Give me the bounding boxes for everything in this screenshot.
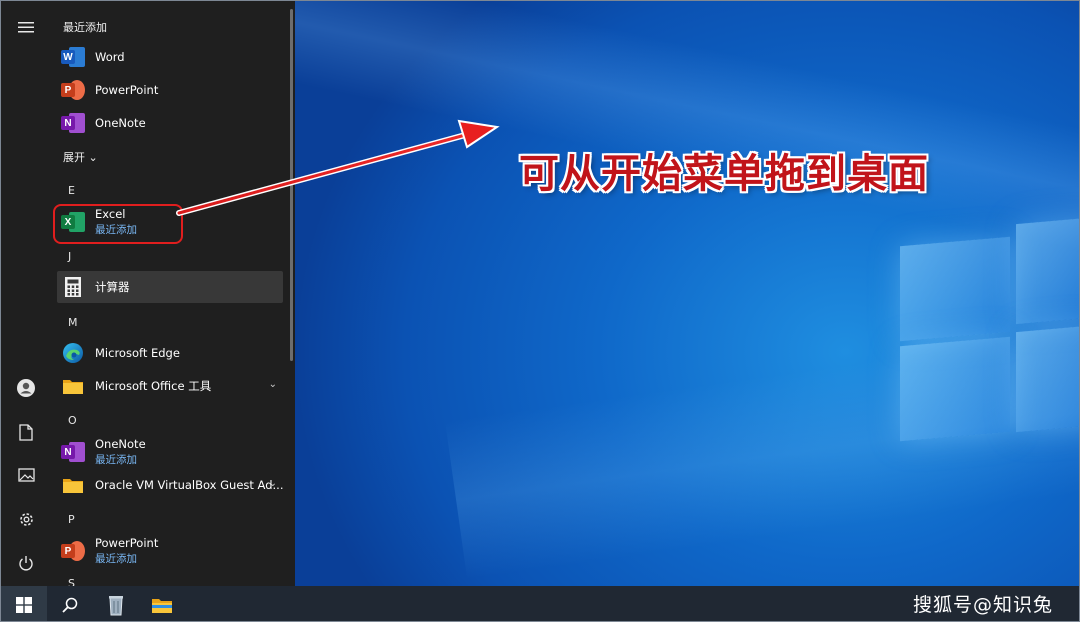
- power-button[interactable]: [1, 542, 51, 584]
- expand-button[interactable]: 展开 ⌄: [63, 149, 98, 165]
- document-icon: [19, 423, 33, 441]
- app-name: 计算器: [95, 280, 130, 294]
- chevron-down-icon[interactable]: ⌄: [269, 379, 277, 390]
- file-explorer-icon: [152, 598, 172, 613]
- letter-header-m[interactable]: M: [68, 316, 78, 329]
- letter-header-s[interactable]: S: [68, 577, 75, 586]
- letter-header-j[interactable]: J: [68, 250, 71, 263]
- chevron-down-icon[interactable]: ⌄: [269, 478, 277, 489]
- app-calculator[interactable]: 计算器: [57, 271, 283, 303]
- start-button[interactable]: [1, 586, 47, 621]
- search-icon: [62, 597, 78, 613]
- app-list: 最近添加 W Word P PowerPoint N OneNote 展开 ⌄ …: [51, 1, 293, 586]
- app-name: PowerPoint: [95, 536, 159, 550]
- app-powerpoint[interactable]: P PowerPoint 最近添加: [57, 534, 283, 568]
- app-virtualbox-folder[interactable]: Oracle VM VirtualBox Guest Ad... ⌄: [57, 469, 284, 501]
- search-button[interactable]: [47, 586, 93, 621]
- app-edge[interactable]: Microsoft Edge: [57, 337, 283, 369]
- screenshot-frame: 可从开始菜单拖到桌面 最近添加 W Word P PowerPoint N On…: [0, 0, 1080, 622]
- user-icon: [17, 379, 35, 397]
- power-icon: [19, 556, 33, 571]
- app-subtitle: 最近添加: [95, 553, 137, 565]
- app-word[interactable]: W Word: [57, 41, 283, 73]
- start-menu-rail: [1, 1, 51, 586]
- chevron-down-icon: ⌄: [88, 151, 98, 164]
- app-name: OneNote: [95, 116, 146, 130]
- app-office-tools-folder[interactable]: Microsoft Office 工具 ⌄: [57, 370, 283, 402]
- app-onenote[interactable]: N OneNote 最近添加: [57, 435, 283, 469]
- documents-button[interactable]: [1, 411, 51, 453]
- annotation-headline: 可从开始菜单拖到桌面: [519, 151, 929, 197]
- user-button[interactable]: [1, 367, 51, 409]
- start-menu: 最近添加 W Word P PowerPoint N OneNote 展开 ⌄ …: [1, 1, 295, 586]
- folder-icon: [63, 380, 83, 394]
- powerpoint-icon: P: [61, 78, 85, 102]
- app-powerpoint-recent[interactable]: P PowerPoint: [57, 74, 283, 106]
- word-icon: W: [61, 45, 85, 69]
- onenote-icon: N: [61, 111, 85, 135]
- app-subtitle: 最近添加: [95, 454, 137, 466]
- file-explorer-button[interactable]: [139, 586, 185, 621]
- app-name: Oracle VM VirtualBox Guest Ad...: [95, 478, 284, 492]
- app-name: PowerPoint: [95, 83, 159, 97]
- wallpaper-windows-logo: [900, 208, 1079, 445]
- settings-button[interactable]: [1, 498, 51, 540]
- pictures-button[interactable]: [1, 454, 51, 496]
- edge-icon: [63, 343, 83, 363]
- app-name: Microsoft Office 工具: [95, 379, 212, 393]
- hamburger-button[interactable]: [1, 6, 51, 48]
- windows-icon: [16, 596, 32, 613]
- app-name: Word: [95, 50, 125, 64]
- recycle-icon: [109, 595, 123, 615]
- expand-label: 展开: [63, 151, 85, 164]
- letter-header-p[interactable]: P: [68, 513, 75, 526]
- recent-section-title: 最近添加: [63, 21, 107, 34]
- hamburger-icon: [18, 22, 34, 33]
- taskbar: 搜狐号@知识兔: [1, 586, 1079, 621]
- app-name: OneNote: [95, 437, 146, 451]
- pictures-icon: [17, 468, 35, 482]
- folder-icon: [63, 479, 83, 493]
- letter-header-o[interactable]: O: [68, 414, 77, 427]
- recycle-bin-button[interactable]: [93, 586, 139, 621]
- watermark-text: 搜狐号@知识兔: [912, 594, 1053, 616]
- app-name: Microsoft Edge: [95, 346, 180, 360]
- settings-icon: [19, 512, 33, 526]
- onenote-icon: N: [61, 440, 85, 464]
- powerpoint-icon: P: [61, 539, 85, 563]
- calculator-icon: [65, 277, 81, 297]
- letter-header-e[interactable]: E: [68, 184, 75, 197]
- excel-highlight-ring: [53, 204, 183, 244]
- desktop-wallpaper: [295, 1, 1079, 586]
- app-list-scrollbar[interactable]: [290, 9, 293, 361]
- app-onenote-recent[interactable]: N OneNote: [57, 107, 283, 139]
